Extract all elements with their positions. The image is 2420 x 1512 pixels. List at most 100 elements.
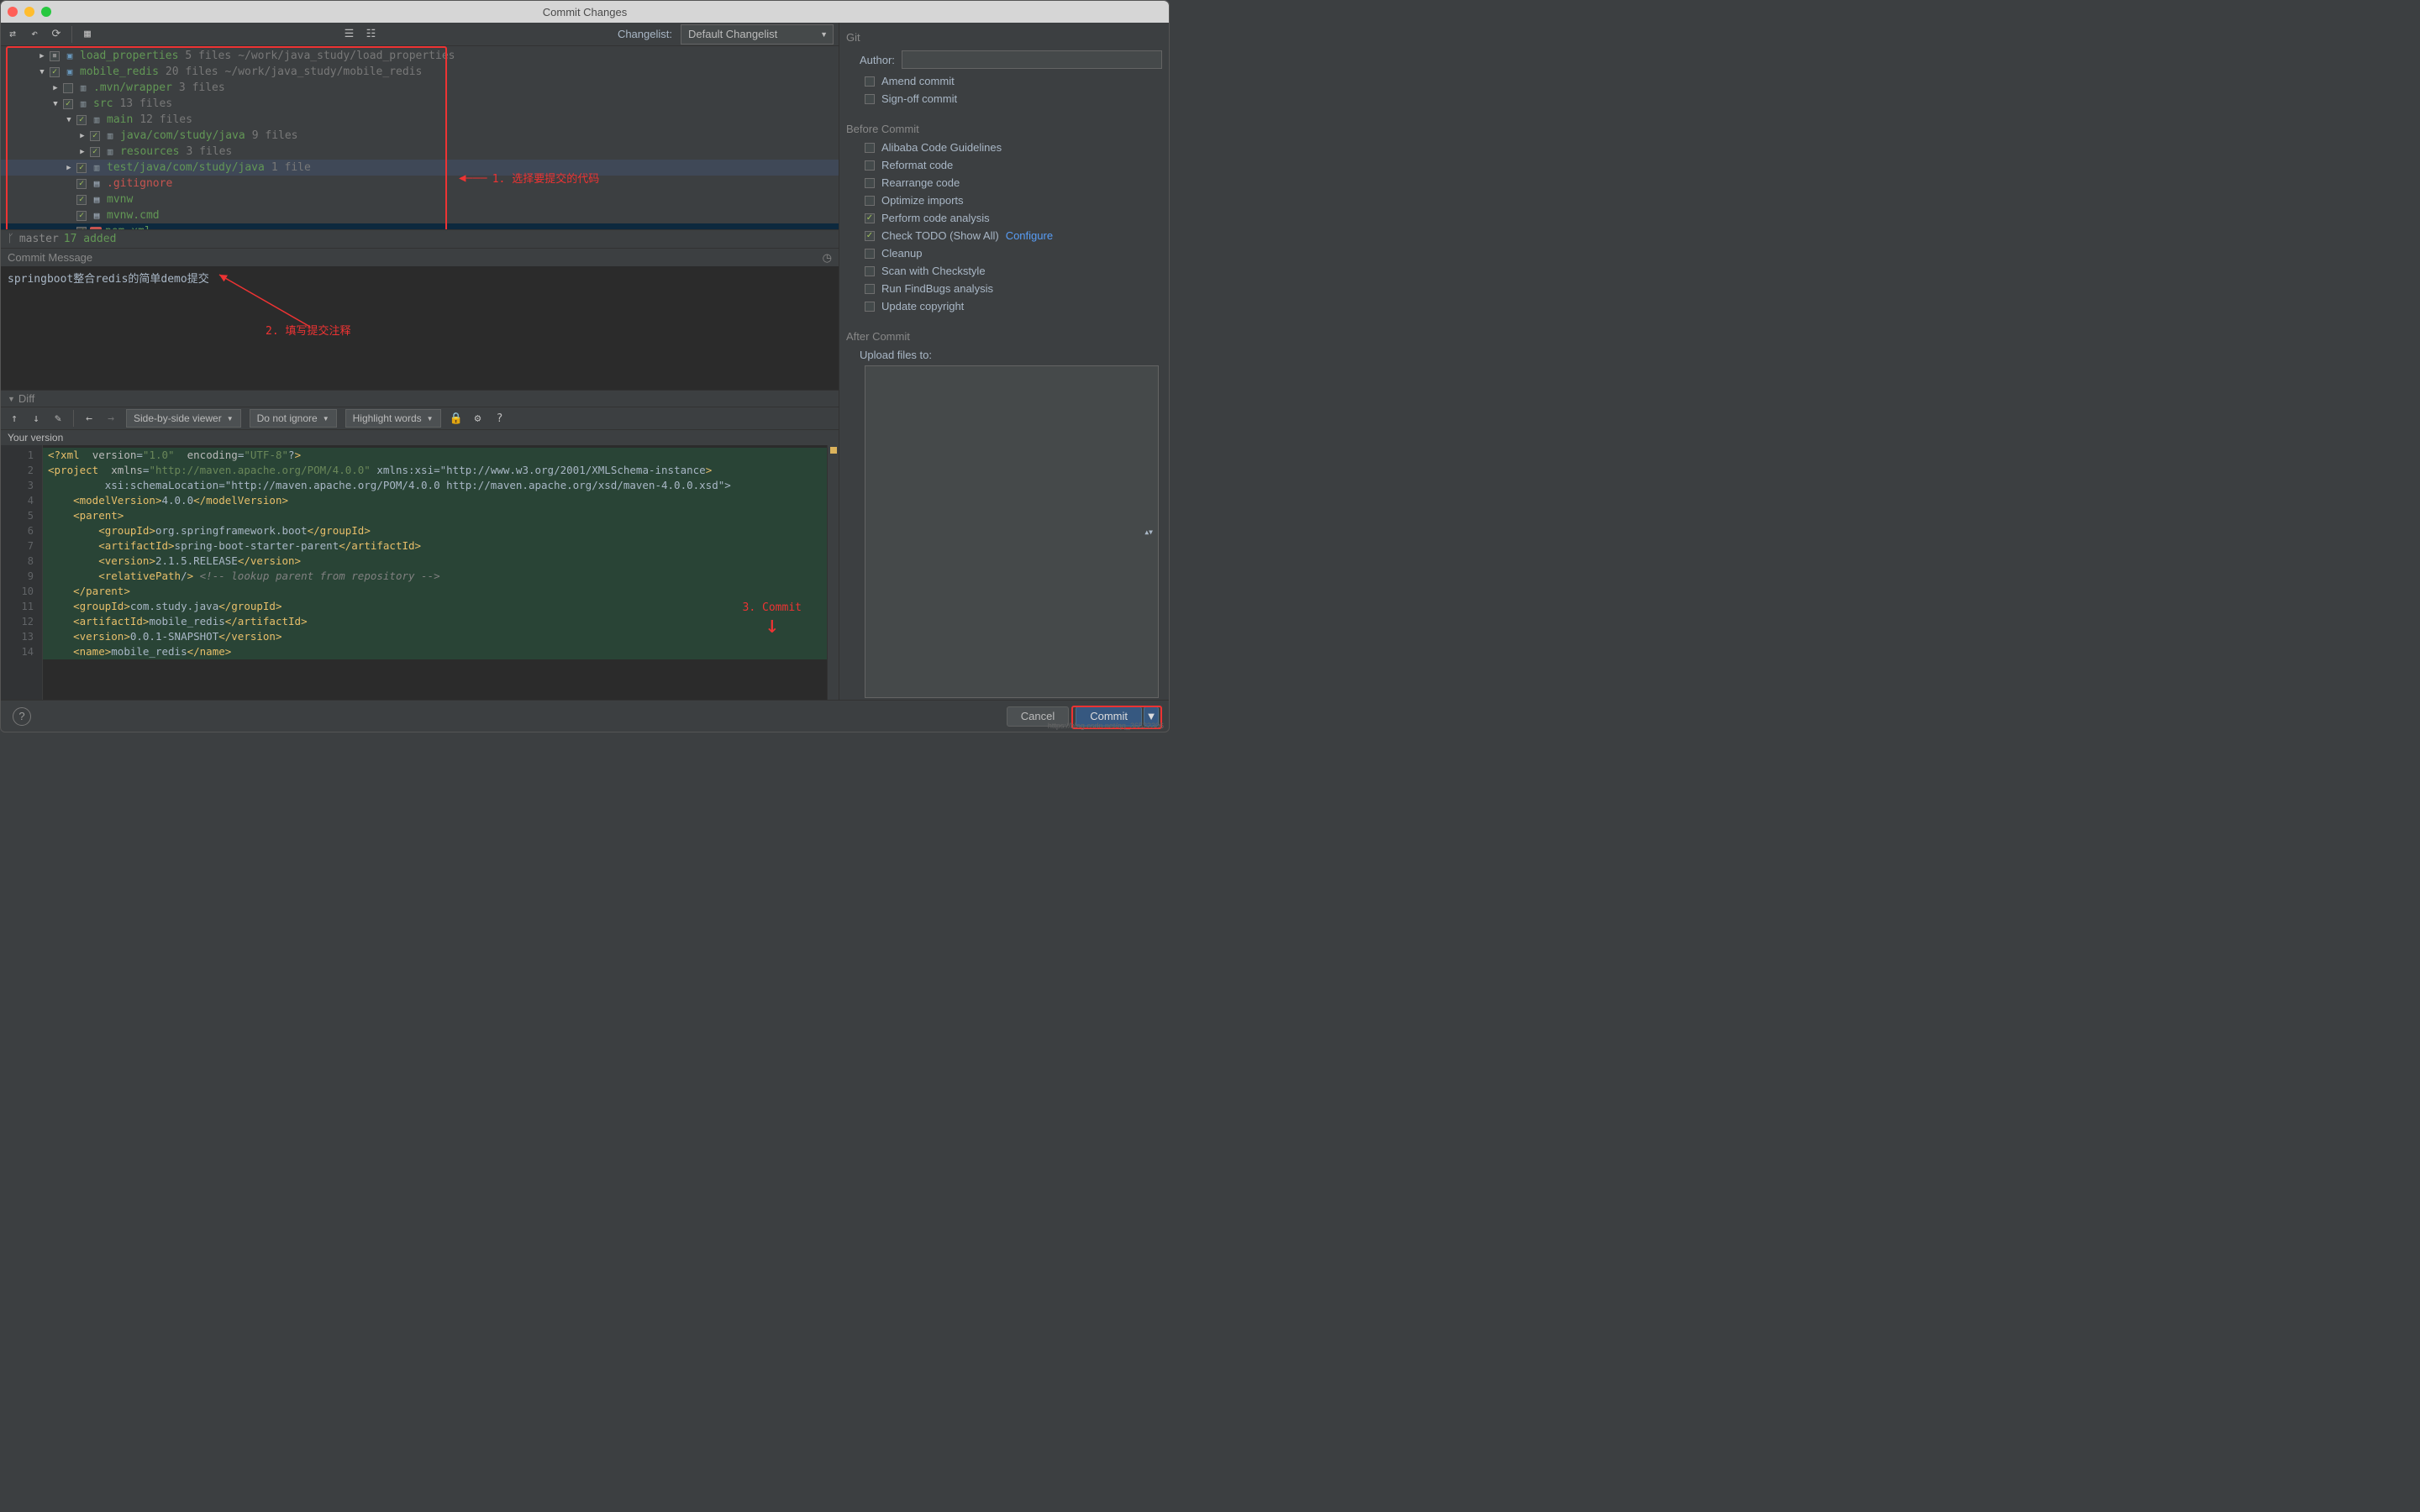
tree-row[interactable]: ▤.gitignore [1, 176, 839, 192]
tree-checkbox[interactable] [90, 131, 100, 141]
tree-item-meta: 9 files [252, 129, 298, 142]
tree-row[interactable]: ▶▥.mvn/wrapper3 files [1, 80, 839, 96]
gear-icon[interactable]: ⚙ [471, 412, 485, 425]
checkbox[interactable] [865, 213, 875, 223]
added-count: 17 added [64, 233, 117, 245]
before-commit-check[interactable]: Scan with Checkstyle [844, 262, 1169, 280]
dialog-footer: ? Cancel Commit ▼ https://blog.csdn.net/… [1, 700, 1169, 732]
tree-row[interactable]: ▤mvnw [1, 192, 839, 207]
next-diff-icon[interactable]: ↓ [29, 412, 43, 425]
tree-checkbox[interactable] [90, 147, 100, 157]
before-commit-check[interactable]: Rearrange code [844, 174, 1169, 192]
tree-checkbox[interactable] [50, 67, 60, 77]
checkbox[interactable] [865, 143, 875, 153]
close-window[interactable] [8, 7, 18, 17]
edit-icon[interactable]: ✎ [51, 412, 65, 425]
checkbox[interactable] [865, 196, 875, 206]
commit-message-input[interactable]: springboot整合redis的简单demo提交 2. 填写提交注释 [1, 266, 839, 390]
arrow-left-icon: ◀——— [459, 171, 487, 185]
tree-checkbox[interactable] [63, 99, 73, 109]
tree-row[interactable]: ▼▥src13 files [1, 96, 839, 112]
tree-chevron[interactable]: ▶ [38, 52, 46, 60]
history-icon[interactable]: ◷ [823, 251, 832, 265]
tree-row[interactable]: ▼▥main12 files [1, 112, 839, 128]
show-diff-icon[interactable]: ⇄ [6, 28, 19, 41]
file-tree[interactable]: ▶▣load_properties5 files~/work/java_stud… [1, 46, 839, 229]
before-commit-check[interactable]: Update copyright [844, 297, 1169, 315]
back-icon[interactable]: ← [82, 412, 96, 425]
tree-checkbox[interactable] [76, 163, 87, 173]
before-commit-check[interactable]: Check TODO (Show All) Configure [844, 227, 1169, 244]
collapse-all-icon[interactable]: ☷ [364, 28, 377, 41]
branch-name: master [19, 233, 59, 245]
before-commit-check[interactable]: Optimize imports [844, 192, 1169, 209]
tree-row[interactable]: ▶▥java/com/study/java9 files [1, 128, 839, 144]
checkbox[interactable] [865, 302, 875, 312]
tree-checkbox[interactable] [76, 179, 87, 189]
ignore-dropdown[interactable]: Do not ignore▼ [250, 409, 337, 428]
code-scrollbar[interactable] [827, 445, 839, 700]
tree-chevron[interactable]: ▶ [65, 164, 73, 172]
amend-check[interactable]: Amend commit [844, 72, 1169, 90]
revert-icon[interactable]: ↶ [28, 28, 41, 41]
before-commit-check[interactable]: Perform code analysis [844, 209, 1169, 227]
tree-checkbox[interactable] [76, 115, 87, 125]
tree-row[interactable]: ▶▥test/java/com/study/java1 file [1, 160, 839, 176]
diff-section-header[interactable]: ▼ Diff [1, 390, 839, 407]
file-icon: ▤ [90, 193, 103, 207]
annotation-1: ◀——— 1. 选择要提交的代码 [459, 170, 599, 186]
tree-row[interactable]: ⩚pom.xml [1, 223, 839, 229]
highlight-dropdown[interactable]: Highlight words▼ [345, 409, 441, 428]
help-icon[interactable]: ? [493, 412, 507, 425]
checkbox[interactable] [865, 178, 875, 188]
upload-dropdown[interactable]: ▲▼ [865, 365, 1159, 698]
tree-checkbox[interactable] [50, 51, 60, 61]
checkbox[interactable] [865, 249, 875, 259]
expand-all-icon[interactable]: ☰ [342, 28, 355, 41]
before-commit-check[interactable]: Run FindBugs analysis [844, 280, 1169, 297]
tree-item-meta: 5 files [185, 50, 231, 62]
changelist-dropdown[interactable]: Default Changelist ▼ [681, 24, 834, 45]
tree-chevron[interactable]: ▼ [65, 116, 73, 124]
author-input[interactable] [902, 50, 1162, 69]
arrow-down-icon: ↓ [765, 617, 779, 633]
zoom-window[interactable] [41, 7, 51, 17]
tree-row[interactable]: ▶▥resources3 files [1, 144, 839, 160]
tree-checkbox[interactable] [76, 211, 87, 221]
tree-row[interactable]: ▶▣load_properties5 files~/work/java_stud… [1, 48, 839, 64]
checkbox[interactable] [865, 266, 875, 276]
viewer-mode-dropdown[interactable]: Side-by-side viewer▼ [126, 409, 241, 428]
help-button[interactable]: ? [13, 707, 31, 726]
tree-checkbox[interactable] [76, 227, 87, 230]
minimize-window[interactable] [24, 7, 34, 17]
tree-chevron[interactable]: ▶ [78, 148, 87, 156]
code-viewer[interactable]: 1234567891011121314 <?xml version="1.0" … [1, 445, 839, 700]
before-commit-check[interactable]: Alibaba Code Guidelines [844, 139, 1169, 156]
tree-chevron[interactable]: ▼ [51, 100, 60, 108]
checkbox[interactable] [865, 284, 875, 294]
tree-chevron[interactable]: ▼ [38, 68, 46, 76]
refresh-icon[interactable]: ⟳ [50, 28, 63, 41]
checkbox[interactable] [865, 160, 875, 171]
folder-icon: ▥ [76, 81, 90, 95]
tree-chevron[interactable]: ▶ [78, 132, 87, 140]
prev-diff-icon[interactable]: ↑ [8, 412, 21, 425]
window-title: Commit Changes [543, 6, 627, 18]
tree-row[interactable]: ▼▣mobile_redis20 files~/work/java_study/… [1, 64, 839, 80]
tree-row[interactable]: ▤mvnw.cmd [1, 207, 839, 223]
tree-checkbox[interactable] [63, 83, 73, 93]
lock-icon[interactable]: 🔒 [450, 412, 463, 425]
branch-icon: ᚴ [8, 233, 14, 245]
configure-link[interactable]: Configure [1006, 229, 1053, 242]
group-by-icon[interactable]: ▦ [81, 28, 94, 41]
signoff-check[interactable]: Sign-off commit [844, 90, 1169, 108]
before-commit-check[interactable]: Cleanup [844, 244, 1169, 262]
module-icon: ▣ [63, 66, 76, 79]
checkbox[interactable] [865, 231, 875, 241]
upload-label: Upload files to: [844, 346, 1169, 364]
tree-chevron[interactable]: ▶ [51, 84, 60, 92]
folder-icon: ▥ [103, 145, 117, 159]
before-commit-check[interactable]: Reformat code [844, 156, 1169, 174]
fwd-icon[interactable]: → [104, 412, 118, 425]
tree-checkbox[interactable] [76, 195, 87, 205]
